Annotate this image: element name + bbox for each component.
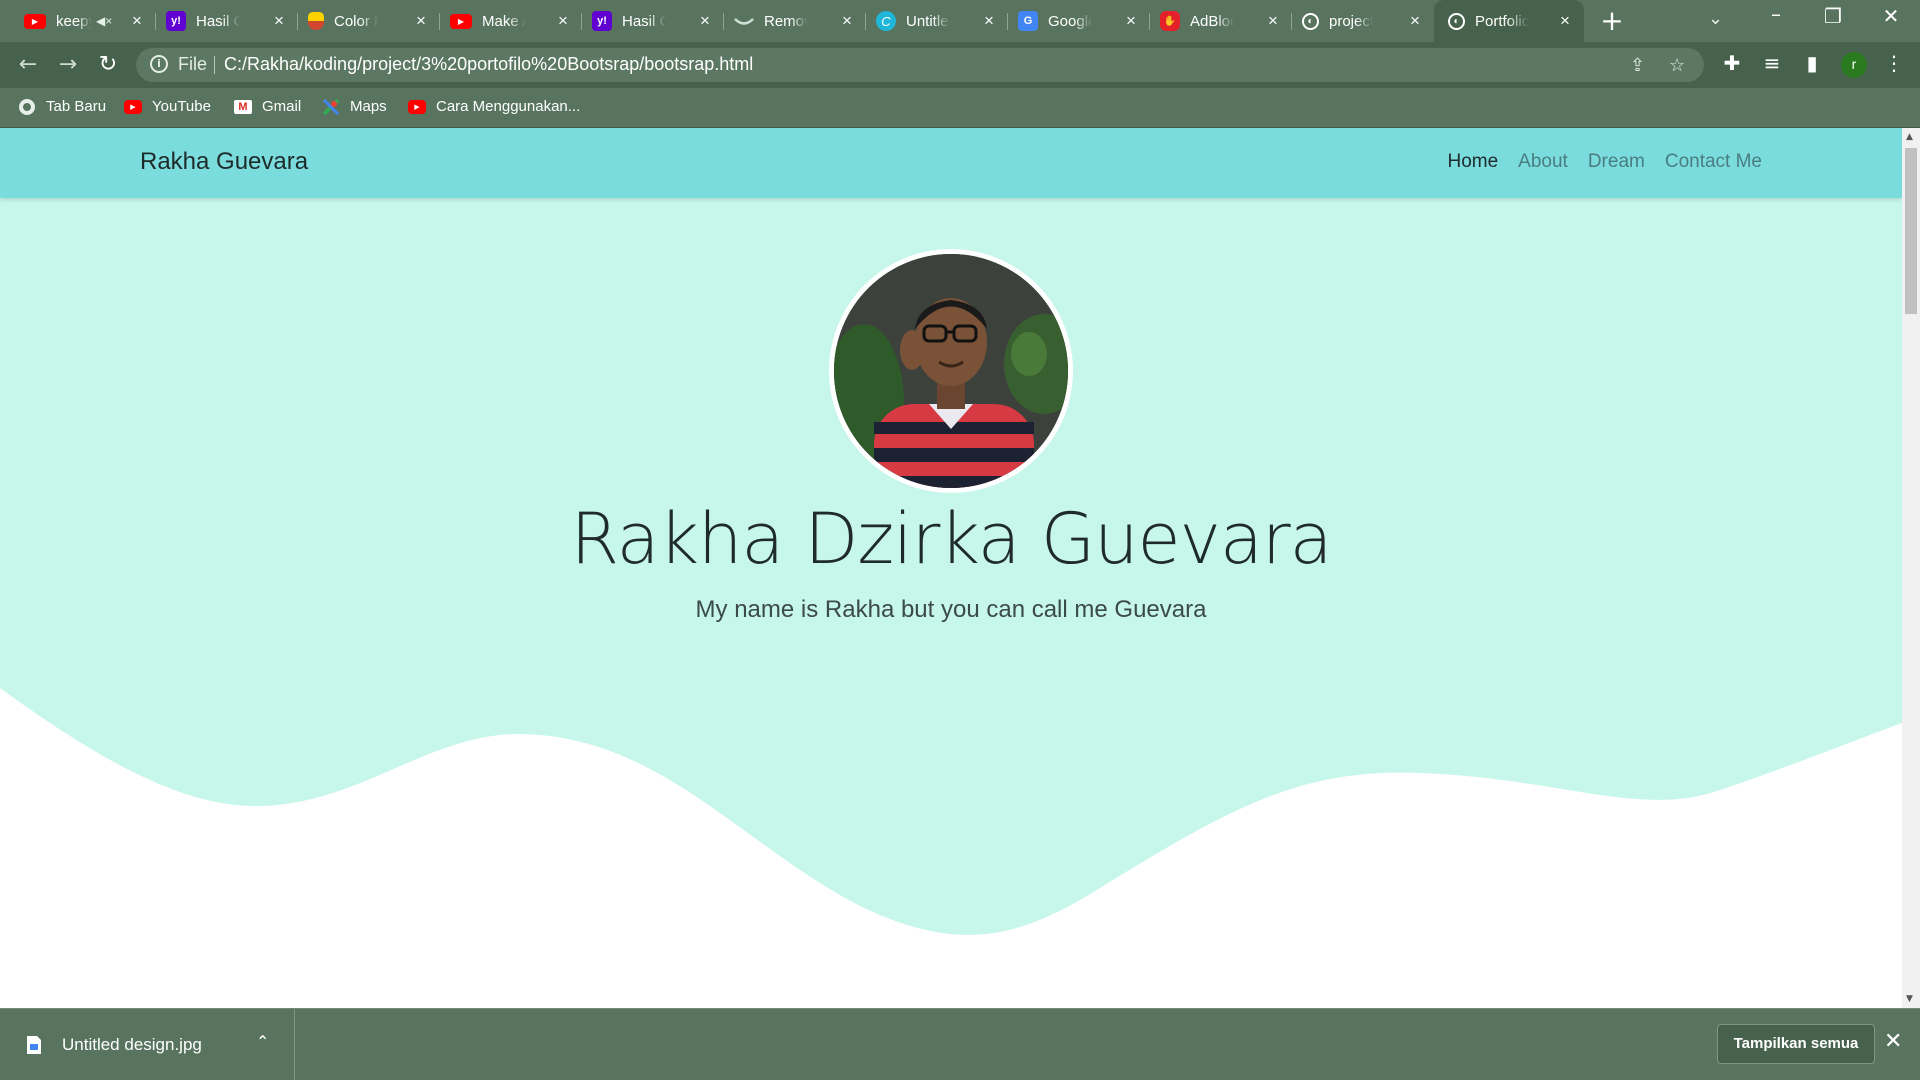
restore-button[interactable]: ❐ [1810,4,1856,28]
download-file-name: Untitled design.jpg [62,1034,202,1054]
nav-link-contact[interactable]: Contact Me [1665,151,1762,173]
yahoo-icon: y! [166,11,186,31]
tab-google-translate[interactable]: G Google T × [1008,4,1150,38]
tab-search-chevron-icon[interactable]: ⌄ [1708,8,1723,29]
address-divider [214,56,215,74]
close-tab-icon[interactable]: × [1122,12,1140,30]
back-button[interactable]: ← [14,51,42,79]
extensions-icon[interactable]: ✚ [1718,51,1746,75]
tab-make-an[interactable]: ▶ Make An × [440,4,582,38]
close-tab-icon[interactable]: × [554,12,572,30]
muted-speaker-icon[interactable]: ◀× [96,14,112,28]
profile-photo [829,249,1073,493]
tab-adblock[interactable]: ✋ AdBlock × [1150,4,1292,38]
nav-link-about[interactable]: About [1518,151,1568,173]
bookmarks-bar: Tab Baru ▶ YouTube M Gmail Maps ▶ Cara M… [0,88,1920,128]
address-url[interactable]: C:/Rakha/koding/project/3%20portofilo%20… [224,54,753,75]
tab-project[interactable]: ◐ project P × [1292,4,1434,38]
menu-kebab-icon[interactable]: ⋮ [1880,51,1908,75]
nav-link-home[interactable]: Home [1447,151,1498,173]
tab-hasil-cari-1[interactable]: y! Hasil Cari × [156,4,298,38]
close-tab-icon[interactable]: × [1264,12,1282,30]
page-viewport: Rakha Guevara Home About Dream Contact M… [0,128,1902,1008]
profile-avatar[interactable]: r [1841,52,1867,78]
nav-link-dream[interactable]: Dream [1588,151,1645,173]
youtube-icon: ▶ [124,99,142,114]
browser-toolbar: ← → ↻ i File C:/Rakha/koding/project/3%2… [0,42,1920,88]
show-all-downloads-button[interactable]: Tampilkan semua [1717,1024,1875,1064]
youtube-icon: ▶ [450,13,472,29]
bookmark-maps[interactable]: Maps [322,98,387,115]
bookmark-tab-baru[interactable]: Tab Baru [18,98,106,115]
forward-button[interactable]: → [54,51,82,79]
bookmark-gmail[interactable]: M Gmail [234,98,301,115]
remove-bg-icon [734,11,754,31]
download-item[interactable]: Untitled design.jpg ⌃ [0,1009,295,1080]
share-icon[interactable]: ⇪ [1630,55,1645,76]
chrome-icon [18,98,36,115]
site-navbar: Rakha Guevara Home About Dream Contact M… [0,128,1902,198]
scroll-up-arrow-icon[interactable]: ▲ [1906,132,1913,142]
page-scrollbar[interactable]: ▲ ▼ [1902,128,1920,1008]
hero-subtitle: My name is Rakha but you can call me Gue… [695,596,1207,623]
hero-section: Rakha Dzirka Guevara My name is Rakha bu… [0,198,1902,1008]
tab-color-palette[interactable]: Color Pal × [298,4,440,38]
new-tab-button[interactable]: + [1600,6,1624,36]
close-tab-icon[interactable]: × [270,12,288,30]
bookmark-cara-menggunakan[interactable]: ▶ Cara Menggunakan... [408,98,580,115]
palette-icon [308,12,324,30]
close-tab-icon[interactable]: × [128,12,146,30]
scroll-down-arrow-icon[interactable]: ▼ [1906,994,1913,1004]
tab-keepy[interactable]: ▶ keepy ◀× × [14,4,156,38]
navbar-brand[interactable]: Rakha Guevara [140,148,308,176]
bookmark-youtube[interactable]: ▶ YouTube [124,98,211,115]
tab-portfolio[interactable]: ◐ Portfolio × [1434,0,1584,42]
maps-icon [322,98,340,115]
close-tab-icon[interactable]: × [1406,12,1424,30]
globe-icon: ◐ [1302,12,1319,30]
close-window-button[interactable]: ✕ [1868,4,1914,28]
side-panel-icon[interactable]: ▮ [1798,51,1826,75]
chevron-up-icon[interactable]: ⌃ [256,1032,269,1051]
canva-icon: C [876,11,896,31]
youtube-icon: ▶ [24,13,46,29]
tab-hasil-cari-2[interactable]: y! Hasil Cari × [582,4,724,38]
close-tab-icon[interactable]: × [696,12,714,30]
address-bar[interactable]: i File C:/Rakha/koding/project/3%20porto… [136,48,1704,82]
address-scheme: File [178,54,208,74]
scrollbar-thumb[interactable] [1905,148,1917,314]
youtube-icon: ▶ [408,99,426,114]
globe-icon: ◐ [1448,12,1465,30]
yahoo-icon: y! [592,11,612,31]
gmail-icon: M [234,99,252,114]
minimize-button[interactable]: – [1753,2,1799,26]
nav-links: Home About Dream Contact Me [1447,151,1762,173]
close-tab-icon[interactable]: × [1556,12,1574,30]
close-shelf-icon[interactable]: ✕ [1884,1029,1902,1054]
close-tab-icon[interactable]: × [412,12,430,30]
bookmark-star-icon[interactable]: ☆ [1669,55,1685,76]
reload-button[interactable]: ↻ [94,51,122,79]
reading-list-icon[interactable]: ≡ [1758,51,1786,75]
tab-remove[interactable]: Remove × [724,4,866,38]
download-shelf: Untitled design.jpg ⌃ Tampilkan semua ✕ [0,1008,1920,1080]
close-tab-icon[interactable]: × [980,12,998,30]
tab-strip: ▶ keepy ◀× × y! Hasil Cari × Color Pal ×… [0,0,1920,42]
info-icon[interactable]: i [150,55,168,73]
google-translate-icon: G [1018,11,1038,31]
image-file-icon [26,1035,42,1055]
tab-untitled[interactable]: C Untitled × [866,4,1008,38]
adblock-icon: ✋ [1160,11,1180,31]
close-tab-icon[interactable]: × [838,12,856,30]
hero-title: Rakha Dzirka Guevara [570,498,1332,580]
